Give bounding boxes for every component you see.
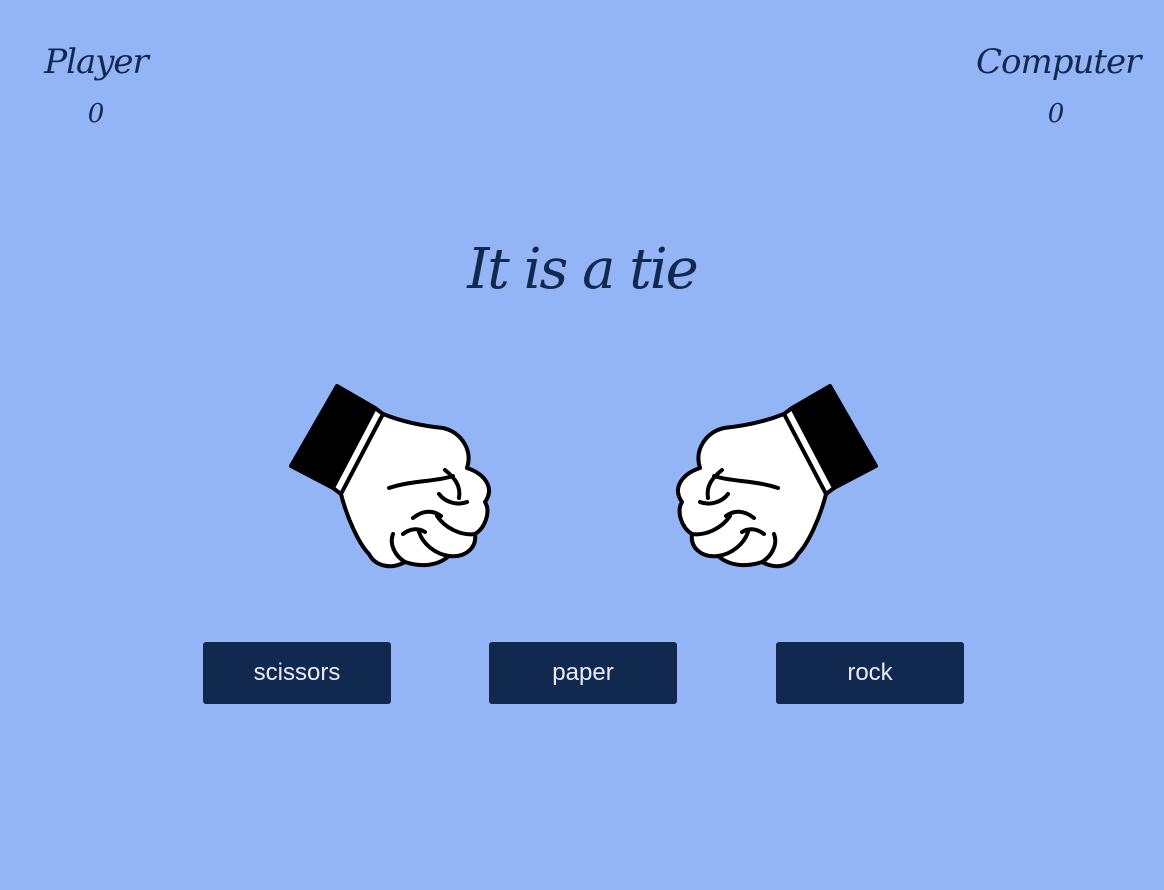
choice-buttons: scissors paper rock <box>0 642 1164 704</box>
player-score: 0 <box>87 99 105 129</box>
paper-button[interactable]: paper <box>489 642 677 704</box>
computer-score: 0 <box>1047 99 1065 129</box>
player-hand-fist-icon <box>285 378 505 578</box>
scissors-button[interactable]: scissors <box>203 642 391 704</box>
computer-hand-fist-icon <box>662 378 882 578</box>
rock-button[interactable]: rock <box>776 642 964 704</box>
player-label: Player <box>44 42 149 82</box>
round-result: It is a tie <box>467 237 699 302</box>
computer-label: Computer <box>976 42 1141 82</box>
computer-scoreboard: Computer 0 <box>976 38 1141 134</box>
player-scoreboard: Player 0 <box>16 38 176 134</box>
